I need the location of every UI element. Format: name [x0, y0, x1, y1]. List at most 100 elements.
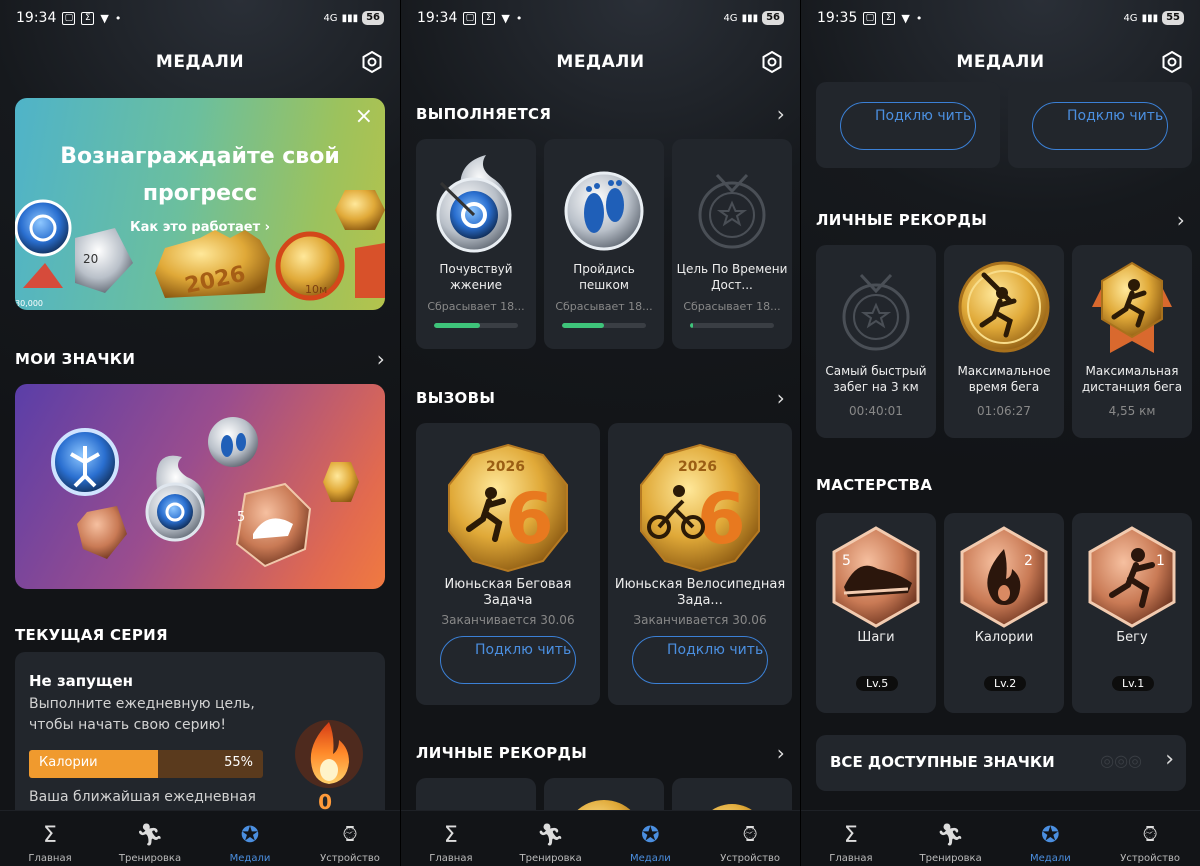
- challenge-name: Июньская Велосипедная Зада...: [614, 577, 786, 608]
- badge-level-number: 5: [237, 510, 245, 525]
- tab-workout[interactable]: 🏃︎ Тренировка: [100, 811, 200, 866]
- settings-gear-icon[interactable]: [760, 50, 784, 74]
- mastery-card-calories[interactable]: 2 Калории Lv.2: [944, 513, 1064, 713]
- tab-home[interactable]: Σ Главная: [0, 811, 100, 866]
- running-challenge-badge-icon: 2026 6: [448, 443, 568, 573]
- progress-bar: [562, 323, 646, 328]
- medal-icon: ✪: [1041, 823, 1060, 848]
- settings-gear-icon[interactable]: [360, 50, 384, 74]
- progress-reset: Сбрасывает 18...: [427, 300, 525, 313]
- all-badges-button[interactable]: ВСЕ ДОСТУПНЫЕ ЗНАЧКИ ◎◎◎ ›: [816, 735, 1186, 791]
- progress-reset: Сбрасывает 18...: [555, 300, 653, 313]
- settings-gear-icon[interactable]: [1160, 50, 1184, 74]
- runner-icon: 🏃︎: [136, 823, 164, 848]
- screen-medals-records: 19:35 ▢ Σ ▼ • 4G ▮▮▮ 55 МЕДАЛИ Подклю чи…: [800, 0, 1200, 866]
- mastery-number: 1: [1156, 553, 1165, 569]
- streak-card[interactable]: Не запущен Выполните ежедневную цель, чт…: [15, 652, 385, 832]
- bottom-tab-bar: Σ Главная 🏃︎ Тренировка ✪ Медали ⌚︎ Устройст…: [401, 810, 800, 866]
- dot-icon: •: [114, 11, 122, 25]
- mastery-level-badge: Lv.2: [984, 676, 1027, 691]
- join-challenge-button[interactable]: Подклю чить: [440, 636, 576, 684]
- my-badges-illustration: 5: [51, 417, 359, 568]
- network-label: 4G: [323, 12, 338, 24]
- mastery-header: МАСТЕРСТВА: [816, 476, 1185, 494]
- signal-icon: ▮▮▮: [1141, 12, 1159, 24]
- page-title: МЕДАЛИ: [155, 52, 245, 72]
- next-daily-goal-text: Ваша ближайшая ежедневная: [29, 789, 256, 805]
- tab-workout[interactable]: 🏃︎ Тренировка: [901, 811, 1001, 866]
- progress-card-time-goal[interactable]: Цель По Времени Дост... Сбрасывает 18...: [672, 139, 792, 349]
- tab-medals[interactable]: ✪ Медали: [601, 811, 701, 866]
- shield-notification-icon: ▼: [901, 11, 910, 25]
- challenges-title: ВЫЗОВЫ: [416, 389, 496, 407]
- tab-device[interactable]: ⌚︎ Устройство: [1100, 811, 1200, 866]
- tab-device[interactable]: ⌚︎ Устройство: [700, 811, 800, 866]
- in-progress-title: ВЫПОЛНЯЕТСЯ: [416, 105, 552, 123]
- mastery-name: Бегу: [1116, 630, 1148, 645]
- cycling-challenge-badge-icon: 2026 6: [640, 443, 760, 573]
- runner-icon: 🏃︎: [936, 823, 965, 848]
- chevron-right-icon: ›: [376, 347, 385, 371]
- status-bar: 19:35 ▢ Σ ▼ • 4G ▮▮▮ 55: [801, 0, 1200, 36]
- svg-text:20: 20: [83, 252, 98, 266]
- challenges-header[interactable]: ВЫЗОВЫ ›: [416, 386, 785, 410]
- mastery-card-steps[interactable]: 5 Шаги Lv.5: [816, 513, 936, 713]
- my-badges-header[interactable]: МОИ ЗНАЧКИ ›: [15, 347, 385, 371]
- challenge-card-partial[interactable]: Подклю чить: [1008, 82, 1192, 168]
- record-value: 4,55 км: [1108, 404, 1156, 418]
- tab-medals[interactable]: ✪ Медали: [200, 811, 300, 866]
- chevron-right-icon: ›: [776, 102, 785, 126]
- my-badges-card[interactable]: 5: [15, 384, 385, 589]
- challenge-card-partial[interactable]: Подклю чить: [816, 82, 1000, 168]
- in-progress-header[interactable]: ВЫПОЛНЯЕТСЯ ›: [416, 102, 785, 126]
- battery-icon: 56: [762, 11, 784, 25]
- record-value: 01:06:27: [977, 404, 1031, 418]
- shield-notification-icon: ▼: [100, 11, 109, 25]
- tab-device-label: Устройство: [720, 853, 780, 864]
- my-badges-title: МОИ ЗНАЧКИ: [15, 350, 136, 368]
- mastery-card-running[interactable]: 1 Бегу Lv.1: [1072, 513, 1192, 713]
- dot-icon: •: [915, 11, 923, 25]
- medal-icon: ✪: [641, 823, 660, 848]
- progress-card-burn[interactable]: Почувствуй жжение Сбрасывает 18...: [416, 139, 536, 349]
- runner-icon: 🏃︎: [536, 823, 565, 848]
- mastery-number: 2: [1024, 553, 1033, 569]
- app-notification-icon: ▢: [863, 11, 877, 25]
- signal-icon: ▮▮▮: [741, 12, 759, 24]
- locked-medal-icon: [698, 173, 766, 249]
- tab-medals-label: Медали: [1030, 853, 1071, 864]
- personal-records-title: ЛИЧНЫЕ РЕКОРДЫ: [816, 211, 988, 229]
- challenge-card-running[interactable]: 2026 6 Июньская Беговая Задача Заканчива…: [416, 423, 600, 705]
- network-label: 4G: [1123, 12, 1138, 24]
- app-notification-icon: ▢: [463, 11, 477, 25]
- svg-text:30,000: 30,000: [15, 299, 43, 308]
- battery-icon: 56: [362, 11, 384, 25]
- join-challenge-button[interactable]: Подклю чить: [632, 636, 768, 684]
- tab-device[interactable]: ⌚︎ Устройство: [300, 811, 400, 866]
- calorie-bar-label: Калории: [39, 755, 98, 770]
- calorie-progress-bar: Калории 55%: [29, 750, 263, 778]
- tab-medals-label: Медали: [630, 853, 671, 864]
- personal-records-header[interactable]: ЛИЧНЫЕ РЕКОРДЫ ›: [416, 741, 785, 765]
- tab-workout[interactable]: 🏃︎ Тренировка: [501, 811, 601, 866]
- mastery-level-badge: Lv.5: [856, 676, 899, 691]
- promo-banner[interactable]: × Вознаграждайте свой прогресс Как это р…: [15, 98, 385, 310]
- watch-icon: ⌚︎: [739, 823, 762, 848]
- personal-records-header[interactable]: ЛИЧНЫЕ РЕКОРДЫ ›: [816, 208, 1185, 232]
- current-streak-header: ТЕКУЩАЯ СЕРИЯ: [15, 626, 385, 644]
- record-card-max-distance[interactable]: Максимальная дистанция бега 4,55 км: [1072, 245, 1192, 438]
- bottom-tab-bar: Σ Главная 🏃︎ Тренировка ✪ Медали ⌚︎ Устройст…: [0, 810, 400, 866]
- join-challenge-button[interactable]: Подклю чить: [840, 102, 976, 150]
- progress-card-walk[interactable]: Пройдись пешком Сбрасывает 18...: [544, 139, 664, 349]
- tab-medals[interactable]: ✪ Медали: [1001, 811, 1101, 866]
- personal-records-title: ЛИЧНЫЕ РЕКОРДЫ: [416, 744, 588, 762]
- burn-badge-icon: [436, 155, 512, 253]
- tab-home[interactable]: Σ Главная: [801, 811, 901, 866]
- page-title: МЕДАЛИ: [956, 52, 1045, 72]
- challenge-card-cycling[interactable]: 2026 6 Июньская Велосипедная Зада... Зак…: [608, 423, 792, 705]
- record-card-3km[interactable]: Самый быстрый забег на 3 км 00:40:01: [816, 245, 936, 438]
- record-card-max-time[interactable]: Максимальное время бега 01:06:27: [944, 245, 1064, 438]
- mastery-number: 5: [842, 553, 851, 569]
- tab-home[interactable]: Σ Главная: [401, 811, 501, 866]
- join-challenge-button[interactable]: Подклю чить: [1032, 102, 1168, 150]
